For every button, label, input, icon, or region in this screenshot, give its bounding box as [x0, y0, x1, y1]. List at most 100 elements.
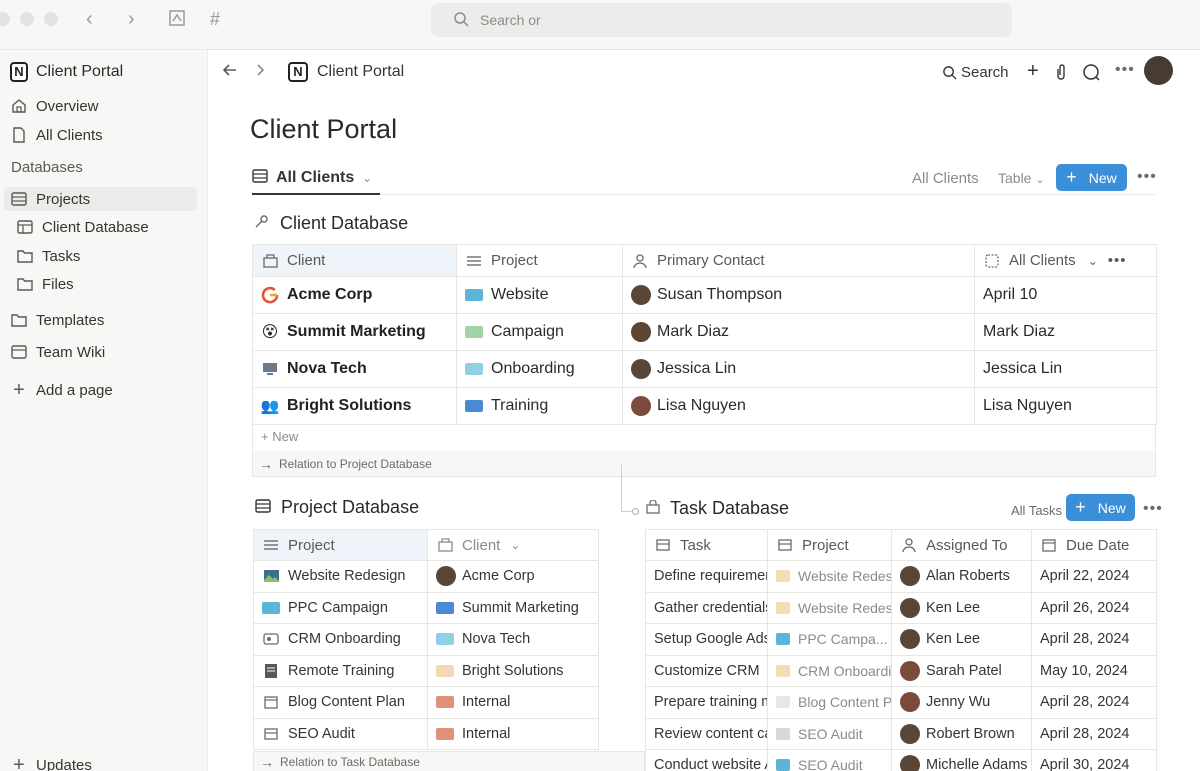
view-filter-all-clients[interactable]: All Clients — [912, 170, 979, 187]
extra-cell[interactable]: Lisa Nguyen — [974, 387, 1157, 425]
project-cell[interactable]: Blog Content Pl — [767, 686, 892, 719]
project-cell[interactable]: PPC Campaign — [253, 591, 428, 624]
client-cell[interactable]: Bright Solutions — [427, 654, 599, 687]
nav-back-icon[interactable] — [222, 62, 238, 83]
assignee-cell[interactable]: Sarah Patel — [891, 654, 1032, 687]
task-view-filter[interactable]: All Tasks — [1011, 503, 1062, 518]
back-icon[interactable]: ‹ — [86, 8, 93, 30]
due-date-cell[interactable]: May 10, 2024 — [1031, 654, 1157, 687]
table-row[interactable]: Review content ca SEO Audit Robert Brown… — [645, 717, 1157, 750]
extra-cell[interactable]: April 10 — [974, 276, 1157, 314]
assignee-cell[interactable]: Robert Brown — [891, 717, 1032, 750]
column-header-assigned-to[interactable]: Assigned To — [891, 529, 1032, 561]
due-date-cell[interactable]: April 30, 2024 — [1031, 749, 1157, 771]
extra-cell[interactable]: Jessica Lin — [974, 350, 1157, 388]
column-header-primary-contact[interactable]: Primary Contact — [622, 244, 975, 277]
view-type-select[interactable]: Table ⌄ — [998, 170, 1045, 186]
client-cell[interactable]: Nova Tech — [427, 623, 599, 656]
task-new-button[interactable]: + New — [1066, 494, 1135, 521]
search-icon[interactable] — [942, 65, 957, 84]
column-header-due-date[interactable]: Due Date — [1031, 529, 1157, 561]
window-zoom-button[interactable] — [44, 12, 58, 26]
sidebar-item-files[interactable]: Files — [16, 271, 74, 297]
due-date-cell[interactable]: April 28, 2024 — [1031, 717, 1157, 750]
project-cell[interactable]: SEO Audit — [253, 717, 428, 750]
task-cell[interactable]: Prepare training m — [645, 686, 768, 719]
project-cell[interactable]: SEO Audit — [767, 749, 892, 771]
column-header-task[interactable]: Task — [645, 529, 768, 561]
client-cell[interactable]: Internal — [427, 686, 599, 719]
user-avatar[interactable] — [1144, 56, 1173, 85]
window-close-button[interactable] — [0, 12, 10, 26]
global-search-bar[interactable]: Search or — [431, 3, 1012, 37]
more-options-icon[interactable]: ••• — [1115, 61, 1135, 79]
table-row[interactable]: SEO Audit Internal — [253, 717, 599, 750]
sidebar-add-page[interactable]: + Add a page — [10, 377, 113, 403]
client-cell[interactable]: Nova Tech — [252, 350, 457, 388]
table-row[interactable]: CRM Onboarding Nova Tech — [253, 623, 599, 656]
sidebar-workspace[interactable]: N Client Portal — [10, 59, 123, 85]
task-cell[interactable]: Define requiremer — [645, 560, 768, 593]
assignee-cell[interactable]: Ken Lee — [891, 623, 1032, 656]
project-cell[interactable]: Website Redes — [767, 560, 892, 593]
sidebar-item-team-wiki[interactable]: Team Wiki — [10, 339, 105, 365]
table-row[interactable]: Nova Tech Onboarding Jessica Lin Jessica… — [252, 350, 1157, 388]
sidebar-item-client-database[interactable]: Client Database — [16, 214, 149, 240]
assignee-cell[interactable]: Jenny Wu — [891, 686, 1032, 719]
project-cell[interactable]: SEO Audit — [767, 717, 892, 750]
sidebar-item-projects[interactable]: Projects — [10, 186, 90, 212]
view-tab-all-clients[interactable]: All Clients ⌄ — [252, 163, 381, 195]
contact-cell[interactable]: Susan Thompson — [622, 276, 975, 314]
sidebar-item-all-clients[interactable]: All Clients — [10, 122, 103, 148]
client-cell[interactable]: Acme Corp — [427, 560, 599, 593]
attachment-icon[interactable] — [1054, 63, 1068, 85]
project-cell[interactable]: Remote Training — [253, 654, 428, 687]
task-cell[interactable]: Gather credentials — [645, 591, 768, 624]
table-row[interactable]: 😵 Summit Marketing Campaign Mark Diaz Mar… — [252, 313, 1157, 351]
view-more-icon[interactable]: ••• — [1137, 168, 1157, 186]
project-cell[interactable]: Website Redes — [767, 591, 892, 624]
add-row-button[interactable]: + New — [252, 424, 1156, 450]
relation-bar-project[interactable]: → Relation to Project Database — [252, 451, 1156, 477]
column-more-icon[interactable]: ••• — [1108, 252, 1127, 269]
hash-icon[interactable]: # — [210, 8, 220, 30]
project-cell[interactable]: Website Redesign — [253, 560, 428, 593]
add-icon[interactable]: + — [1027, 60, 1039, 83]
task-cell[interactable]: Conduct website A — [645, 749, 768, 771]
project-cell[interactable]: CRM Onboardi — [767, 654, 892, 687]
column-header-project[interactable]: Project — [253, 529, 428, 561]
new-button[interactable]: + New — [1056, 164, 1127, 191]
contact-cell[interactable]: Jessica Lin — [622, 350, 975, 388]
sidebar-item-overview[interactable]: Overview — [10, 93, 99, 119]
due-date-cell[interactable]: April 22, 2024 — [1031, 560, 1157, 593]
table-row[interactable]: Conduct website A SEO Audit Michelle Ada… — [645, 749, 1157, 771]
relation-bar-task[interactable]: → Relation to Task Database — [253, 751, 645, 771]
table-row[interactable]: Define requiremer Website Redes Alan Rob… — [645, 560, 1157, 593]
column-header-project[interactable]: Project — [456, 244, 623, 277]
table-row[interactable]: Acme Corp Website Susan Thompson April 1… — [252, 276, 1157, 314]
contact-cell[interactable]: Lisa Nguyen — [622, 387, 975, 425]
project-cell[interactable]: Training — [456, 387, 623, 425]
column-header-client[interactable]: Client ⌄ — [427, 529, 599, 561]
window-minimize-button[interactable] — [20, 12, 34, 26]
client-cell[interactable]: Acme Corp — [252, 276, 457, 314]
project-cell[interactable]: Campaign — [456, 313, 623, 351]
assignee-cell[interactable]: Alan Roberts — [891, 560, 1032, 593]
client-cell[interactable]: 👥 Bright Solutions — [252, 387, 457, 425]
column-header-all-clients[interactable]: All Clients ⌄ ••• — [974, 244, 1157, 277]
due-date-cell[interactable]: April 26, 2024 — [1031, 591, 1157, 624]
table-row[interactable]: Customize CRM CRM Onboardi Sarah Patel M… — [645, 654, 1157, 687]
table-row[interactable]: Blog Content Plan Internal — [253, 686, 599, 719]
breadcrumb[interactable]: Client Portal — [317, 63, 404, 81]
nav-forward-icon[interactable] — [256, 62, 266, 83]
table-row[interactable]: PPC Campaign Summit Marketing — [253, 591, 599, 624]
column-header-project[interactable]: Project — [767, 529, 892, 561]
assignee-cell[interactable]: Ken Lee — [891, 591, 1032, 624]
project-cell[interactable]: PPC Campa... — [767, 623, 892, 656]
table-row[interactable]: 👥 Bright Solutions Training Lisa Nguyen L… — [252, 387, 1157, 425]
task-cell[interactable]: Setup Google Ads — [645, 623, 768, 656]
task-more-icon[interactable]: ••• — [1143, 500, 1163, 518]
comment-icon[interactable] — [1082, 63, 1100, 85]
table-row[interactable]: Remote Training Bright Solutions — [253, 654, 599, 687]
column-header-client[interactable]: Client — [252, 244, 457, 277]
